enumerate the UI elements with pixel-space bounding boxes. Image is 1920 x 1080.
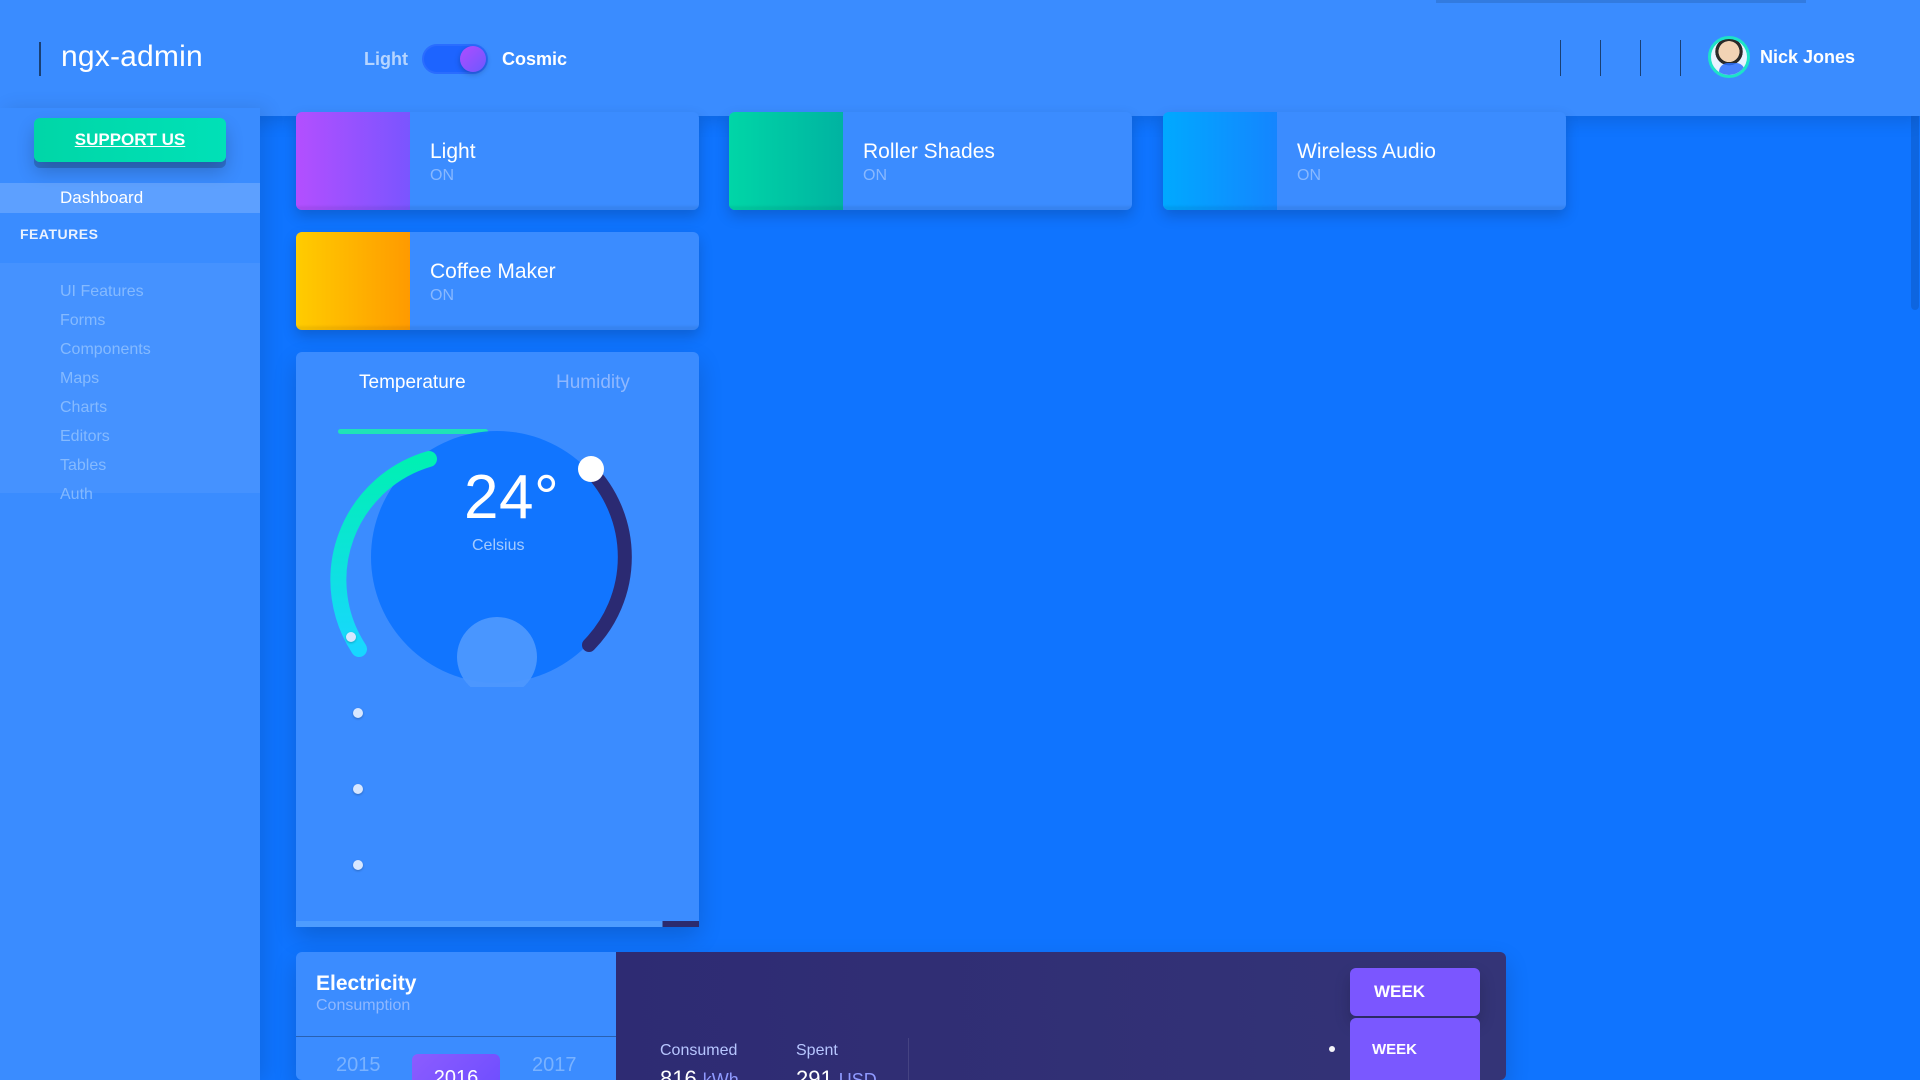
sidebar-item-charts[interactable]: Charts (60, 399, 107, 417)
device-card-wireless-audio[interactable]: Wireless Audio ON (1163, 112, 1566, 210)
sidebar-item-ui-features[interactable]: UI Features (60, 283, 144, 301)
spent-label: Spent (796, 1042, 838, 1059)
sidebar-item-tables[interactable]: Tables (60, 457, 106, 475)
temperature-value: 24° (464, 463, 560, 532)
electricity-left-panel: Electricity Consumption 2015 2016 2017 (296, 952, 616, 1080)
year-2015[interactable]: 2015 (336, 1054, 381, 1077)
thermostat-bottom-bar (296, 921, 699, 927)
device-swatch-roller-shades (729, 112, 843, 210)
device-title: Wireless Audio (1297, 140, 1436, 163)
sidebar-item-maps[interactable]: Maps (60, 370, 99, 388)
year-2017[interactable]: 2017 (532, 1054, 577, 1077)
consumed-value: 816 kWh (660, 1066, 739, 1080)
theme-label-light[interactable]: Light (364, 49, 408, 70)
device-card-roller-shades[interactable]: Roller Shades ON (729, 112, 1132, 210)
electricity-right-panel: Consumed 816 kWh Spent 291 USD WEEK WEEK (616, 952, 1506, 1080)
dropdown-bullet (1329, 1046, 1335, 1052)
device-status: ON (430, 167, 454, 184)
dot-2 (353, 708, 363, 718)
tab-humidity[interactable]: Humidity (556, 372, 630, 394)
page-scrollbar[interactable] (1910, 0, 1920, 1080)
dot-3 (353, 784, 363, 794)
device-card-coffee-maker[interactable]: Coffee Maker ON (296, 232, 699, 330)
period-option-week[interactable]: WEEK (1350, 1018, 1480, 1080)
header-divider-4 (1680, 40, 1681, 76)
theme-toggle-knob (459, 46, 486, 72)
electricity-subtitle: Consumption (316, 997, 411, 1014)
electricity-separator (296, 1036, 616, 1037)
sidebar-item-forms[interactable]: Forms (60, 312, 105, 330)
user-name[interactable]: Nick Jones (1760, 47, 1855, 68)
thermostat-card: Temperature Humidity 24° Celsius (296, 352, 699, 927)
sidebar-menu: UI Features Forms Components Maps Charts… (0, 263, 260, 503)
sidebar-section-features: FEATURES (20, 226, 99, 242)
theme-label-cosmic[interactable]: Cosmic (502, 49, 567, 70)
dial-handle-top[interactable] (578, 456, 604, 482)
top-header: ngx-admin Light Cosmic Nick Jones (0, 0, 1920, 116)
consumed-label: Consumed (660, 1042, 738, 1059)
device-swatch-wireless-audio (1163, 112, 1277, 210)
sidebar-item-dashboard[interactable]: Dashboard (0, 183, 260, 213)
sidebar-item-editors[interactable]: Editors (60, 428, 110, 446)
electricity-card: Electricity Consumption 2015 2016 2017 C… (296, 952, 1506, 1080)
temperature-unit: Celsius (472, 537, 525, 554)
device-status: ON (430, 287, 454, 304)
theme-switch[interactable]: Light Cosmic (364, 44, 567, 74)
dot-4 (353, 860, 363, 870)
spent-number: 291 (796, 1066, 833, 1080)
user-avatar-icon[interactable] (1708, 36, 1750, 78)
thermostat-tabs: Temperature Humidity (296, 372, 699, 434)
device-status: ON (1297, 167, 1321, 184)
top-indicator (1436, 0, 1806, 3)
header-divider-3 (1640, 40, 1641, 76)
electricity-title: Electricity (316, 972, 417, 995)
spent-value: 291 USD (796, 1066, 877, 1080)
sidebar-item-auth[interactable]: Auth (60, 486, 93, 504)
spent-unit: USD (838, 1070, 877, 1080)
brand-title[interactable]: ngx-admin (61, 40, 203, 74)
period-select[interactable]: WEEK (1350, 968, 1480, 1016)
support-us-button[interactable]: SUPPORT US (34, 118, 226, 162)
sidebar: SUPPORT US Dashboard FEATURES UI Feature… (0, 108, 260, 1080)
consumed-unit: kWh (702, 1070, 739, 1080)
spent-metric: Spent 291 USD (796, 1042, 877, 1080)
dot-1 (346, 632, 356, 642)
brand-separator (39, 42, 41, 76)
device-swatch-light (296, 112, 410, 210)
tab-temperature[interactable]: Temperature (359, 372, 466, 394)
device-title: Roller Shades (863, 140, 995, 163)
user-menu[interactable]: Nick Jones (1708, 36, 1855, 78)
device-swatch-coffee-maker (296, 232, 410, 330)
device-title: Light (430, 140, 476, 163)
consumed-number: 816 (660, 1066, 697, 1080)
electricity-divider (908, 1038, 909, 1080)
device-status: ON (863, 167, 887, 184)
theme-toggle[interactable] (421, 44, 488, 74)
header-icon-dividers (1560, 40, 1681, 76)
consumed-metric: Consumed 816 kWh (660, 1042, 739, 1080)
device-title: Coffee Maker (430, 260, 556, 283)
header-divider-2 (1600, 40, 1601, 76)
header-divider-1 (1560, 40, 1561, 76)
device-card-light[interactable]: Light ON (296, 112, 699, 210)
year-2016[interactable]: 2016 (412, 1054, 500, 1080)
thermostat-dots (346, 632, 366, 892)
sidebar-item-components[interactable]: Components (60, 341, 151, 359)
